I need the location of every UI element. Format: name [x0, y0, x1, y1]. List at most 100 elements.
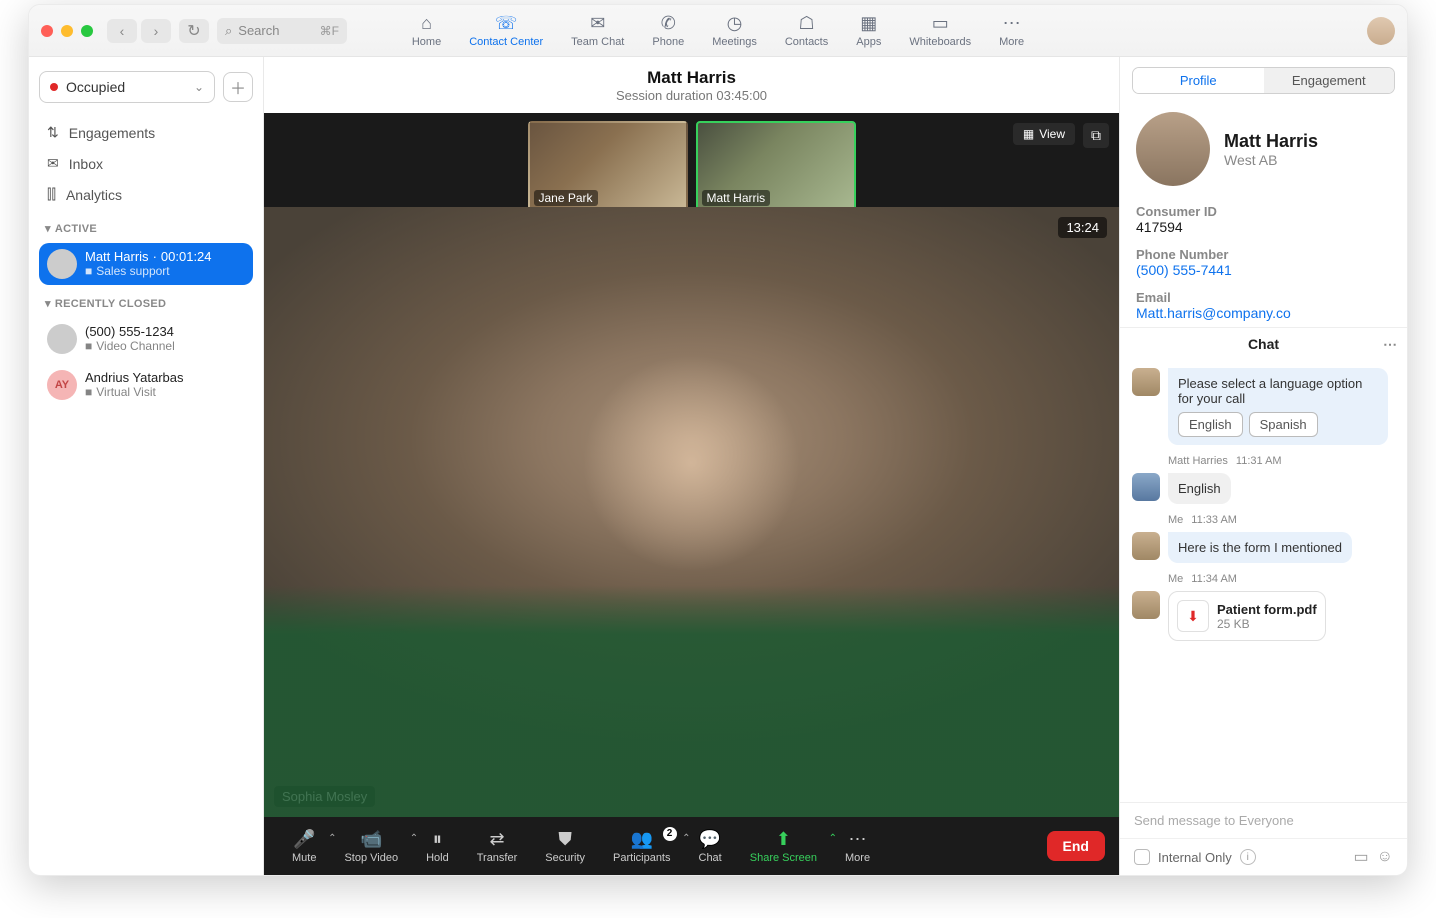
chat-message: Here is the form I mentioned	[1168, 532, 1352, 563]
view-button[interactable]: ▦View	[1013, 123, 1075, 145]
chat-input[interactable]: Send message to Everyone	[1120, 802, 1407, 838]
sender-name: Me	[1168, 514, 1183, 526]
speaker-name: Sophia Mosley	[274, 786, 375, 807]
link-label: Inbox	[69, 156, 103, 172]
msg-time: 11:33 AM	[1191, 514, 1237, 526]
nav-more[interactable]: ⋯More	[999, 13, 1024, 48]
recent-item[interactable]: (500) 555-1234 ■Video Channel	[39, 318, 253, 360]
sidebar-engagements[interactable]: ⇅Engagements	[39, 117, 253, 148]
section-label: RECENTLY CLOSED	[55, 298, 166, 310]
phone-value[interactable]: (500) 555-7441	[1136, 262, 1391, 278]
status-dropdown[interactable]: Occupied ⌄	[39, 71, 215, 103]
ctrl-label: Transfer	[477, 852, 518, 864]
email-value[interactable]: Matt.harris@company.co	[1136, 305, 1391, 321]
nav-whiteboards[interactable]: ▭Whiteboards	[909, 13, 971, 48]
msg-time: 11:34 AM	[1191, 573, 1237, 585]
section-label: ACTIVE	[55, 223, 97, 235]
file-size: 25 KB	[1217, 617, 1317, 631]
status-dot-icon	[50, 83, 58, 91]
stop-video-button[interactable]: 📹Stop Video⌃	[330, 829, 412, 864]
emoji-icon[interactable]: ☺	[1377, 848, 1393, 866]
sidebar-inbox[interactable]: ✉Inbox	[39, 148, 253, 179]
nav-label: Whiteboards	[909, 36, 971, 48]
chat-message: Please select a language option for your…	[1168, 368, 1388, 445]
grid-icon: ▦	[1023, 127, 1034, 141]
contact-name: (500) 555-1234	[85, 324, 175, 339]
msg-time: 11:31 AM	[1236, 455, 1282, 467]
ctrl-label: Chat	[699, 852, 722, 864]
info-icon[interactable]: i	[1240, 849, 1256, 865]
ctrl-label: Stop Video	[344, 852, 398, 864]
more-button[interactable]: ⋯More	[831, 829, 884, 864]
nav-label: Contacts	[785, 36, 828, 48]
chat-more-icon[interactable]: ⋯	[1383, 336, 1397, 353]
ctrl-label: Mute	[292, 852, 316, 864]
close-window[interactable]	[41, 25, 53, 37]
popout-button[interactable]: ⧉	[1083, 123, 1109, 148]
chat-button[interactable]: 💬 Chat	[685, 829, 736, 864]
section-active[interactable]: ▾ ACTIVE	[39, 214, 253, 239]
chat-icon: 💬	[699, 829, 721, 850]
nav-team-chat[interactable]: ✉Team Chat	[571, 13, 624, 48]
status-label: Occupied	[66, 79, 125, 95]
nav-home[interactable]: ⌂Home	[412, 13, 441, 48]
ctrl-label: Participants	[613, 852, 670, 864]
avatar: AY	[47, 370, 77, 400]
transfer-button[interactable]: ⇄Transfer	[463, 829, 532, 864]
video-timer: 13:24	[1058, 217, 1107, 238]
tab-profile[interactable]: Profile	[1133, 68, 1264, 93]
nav-contact-center[interactable]: ☏Contact Center	[469, 13, 543, 48]
analytics-icon: ⫿⫿	[47, 186, 56, 203]
add-button[interactable]: ＋	[223, 72, 253, 102]
share-screen-button[interactable]: ⬆Share Screen⌃	[736, 829, 831, 864]
lang-spanish-button[interactable]: Spanish	[1249, 412, 1318, 437]
user-avatar[interactable]	[1367, 17, 1395, 45]
nav-phone[interactable]: ✆Phone	[652, 13, 684, 48]
recent-item[interactable]: AY Andrius Yatarbas ■Virtual Visit	[39, 364, 253, 406]
security-button[interactable]: ⛊Security	[531, 829, 599, 864]
caret-icon: ▾	[45, 297, 51, 310]
avatar	[47, 249, 77, 279]
nav-contacts[interactable]: ☖Contacts	[785, 13, 828, 48]
hold-icon: ⏸	[433, 829, 442, 850]
nav-label: Meetings	[712, 36, 757, 48]
video-thumbnail[interactable]: Matt Harris	[696, 121, 856, 211]
maximize-window[interactable]	[81, 25, 93, 37]
sender-name: Matt Harries	[1168, 455, 1228, 467]
engagement-timer: 00:01:24	[161, 249, 212, 264]
channel-label: Virtual Visit	[96, 385, 156, 399]
sidebar-analytics[interactable]: ⫿⫿ Analytics	[39, 179, 253, 210]
search-icon: ⌕	[225, 23, 232, 39]
avatar	[1132, 591, 1160, 619]
internal-only-checkbox[interactable]	[1134, 849, 1150, 865]
more-icon: ⋯	[1003, 13, 1021, 34]
history-button[interactable]: ↻	[179, 19, 209, 43]
lang-english-button[interactable]: English	[1178, 412, 1243, 437]
contact-name: Matt Harris	[85, 249, 149, 264]
tab-engagement[interactable]: Engagement	[1264, 68, 1395, 93]
caret-icon: ▾	[45, 222, 51, 235]
attach-icon[interactable]: ▭	[1354, 847, 1369, 867]
contact-name: Andrius Yatarbas	[85, 370, 184, 385]
nav-label: Home	[412, 36, 441, 48]
profile-avatar	[1136, 112, 1210, 186]
link-label: Analytics	[66, 187, 122, 203]
nav-meetings[interactable]: ◷Meetings	[712, 13, 757, 48]
section-recently-closed[interactable]: ▾ RECENTLY CLOSED	[39, 289, 253, 314]
end-button[interactable]: End	[1047, 831, 1105, 861]
participant-count: 2	[663, 827, 677, 841]
chat-message: English	[1168, 473, 1231, 504]
hold-button[interactable]: ⏸Hold	[412, 829, 463, 864]
participants-button[interactable]: 👥2Participants⌃	[599, 829, 684, 864]
video-thumbnail[interactable]: Jane Park	[528, 121, 688, 211]
mute-button[interactable]: 🎤Mute⌃	[278, 829, 330, 864]
search-input[interactable]: ⌕ Search ⌘F	[217, 18, 347, 44]
camera-icon: 📹	[360, 829, 382, 850]
nav-apps[interactable]: ▦Apps	[856, 13, 881, 48]
share-icon: ⬆	[776, 829, 791, 850]
active-engagement-item[interactable]: Matt Harris · 00:01:24 ■Sales support	[39, 243, 253, 285]
minimize-window[interactable]	[61, 25, 73, 37]
nav-back[interactable]: ‹	[107, 19, 137, 43]
file-attachment[interactable]: ⬇ Patient form.pdf 25 KB	[1168, 591, 1326, 641]
nav-forward[interactable]: ›	[141, 19, 171, 43]
